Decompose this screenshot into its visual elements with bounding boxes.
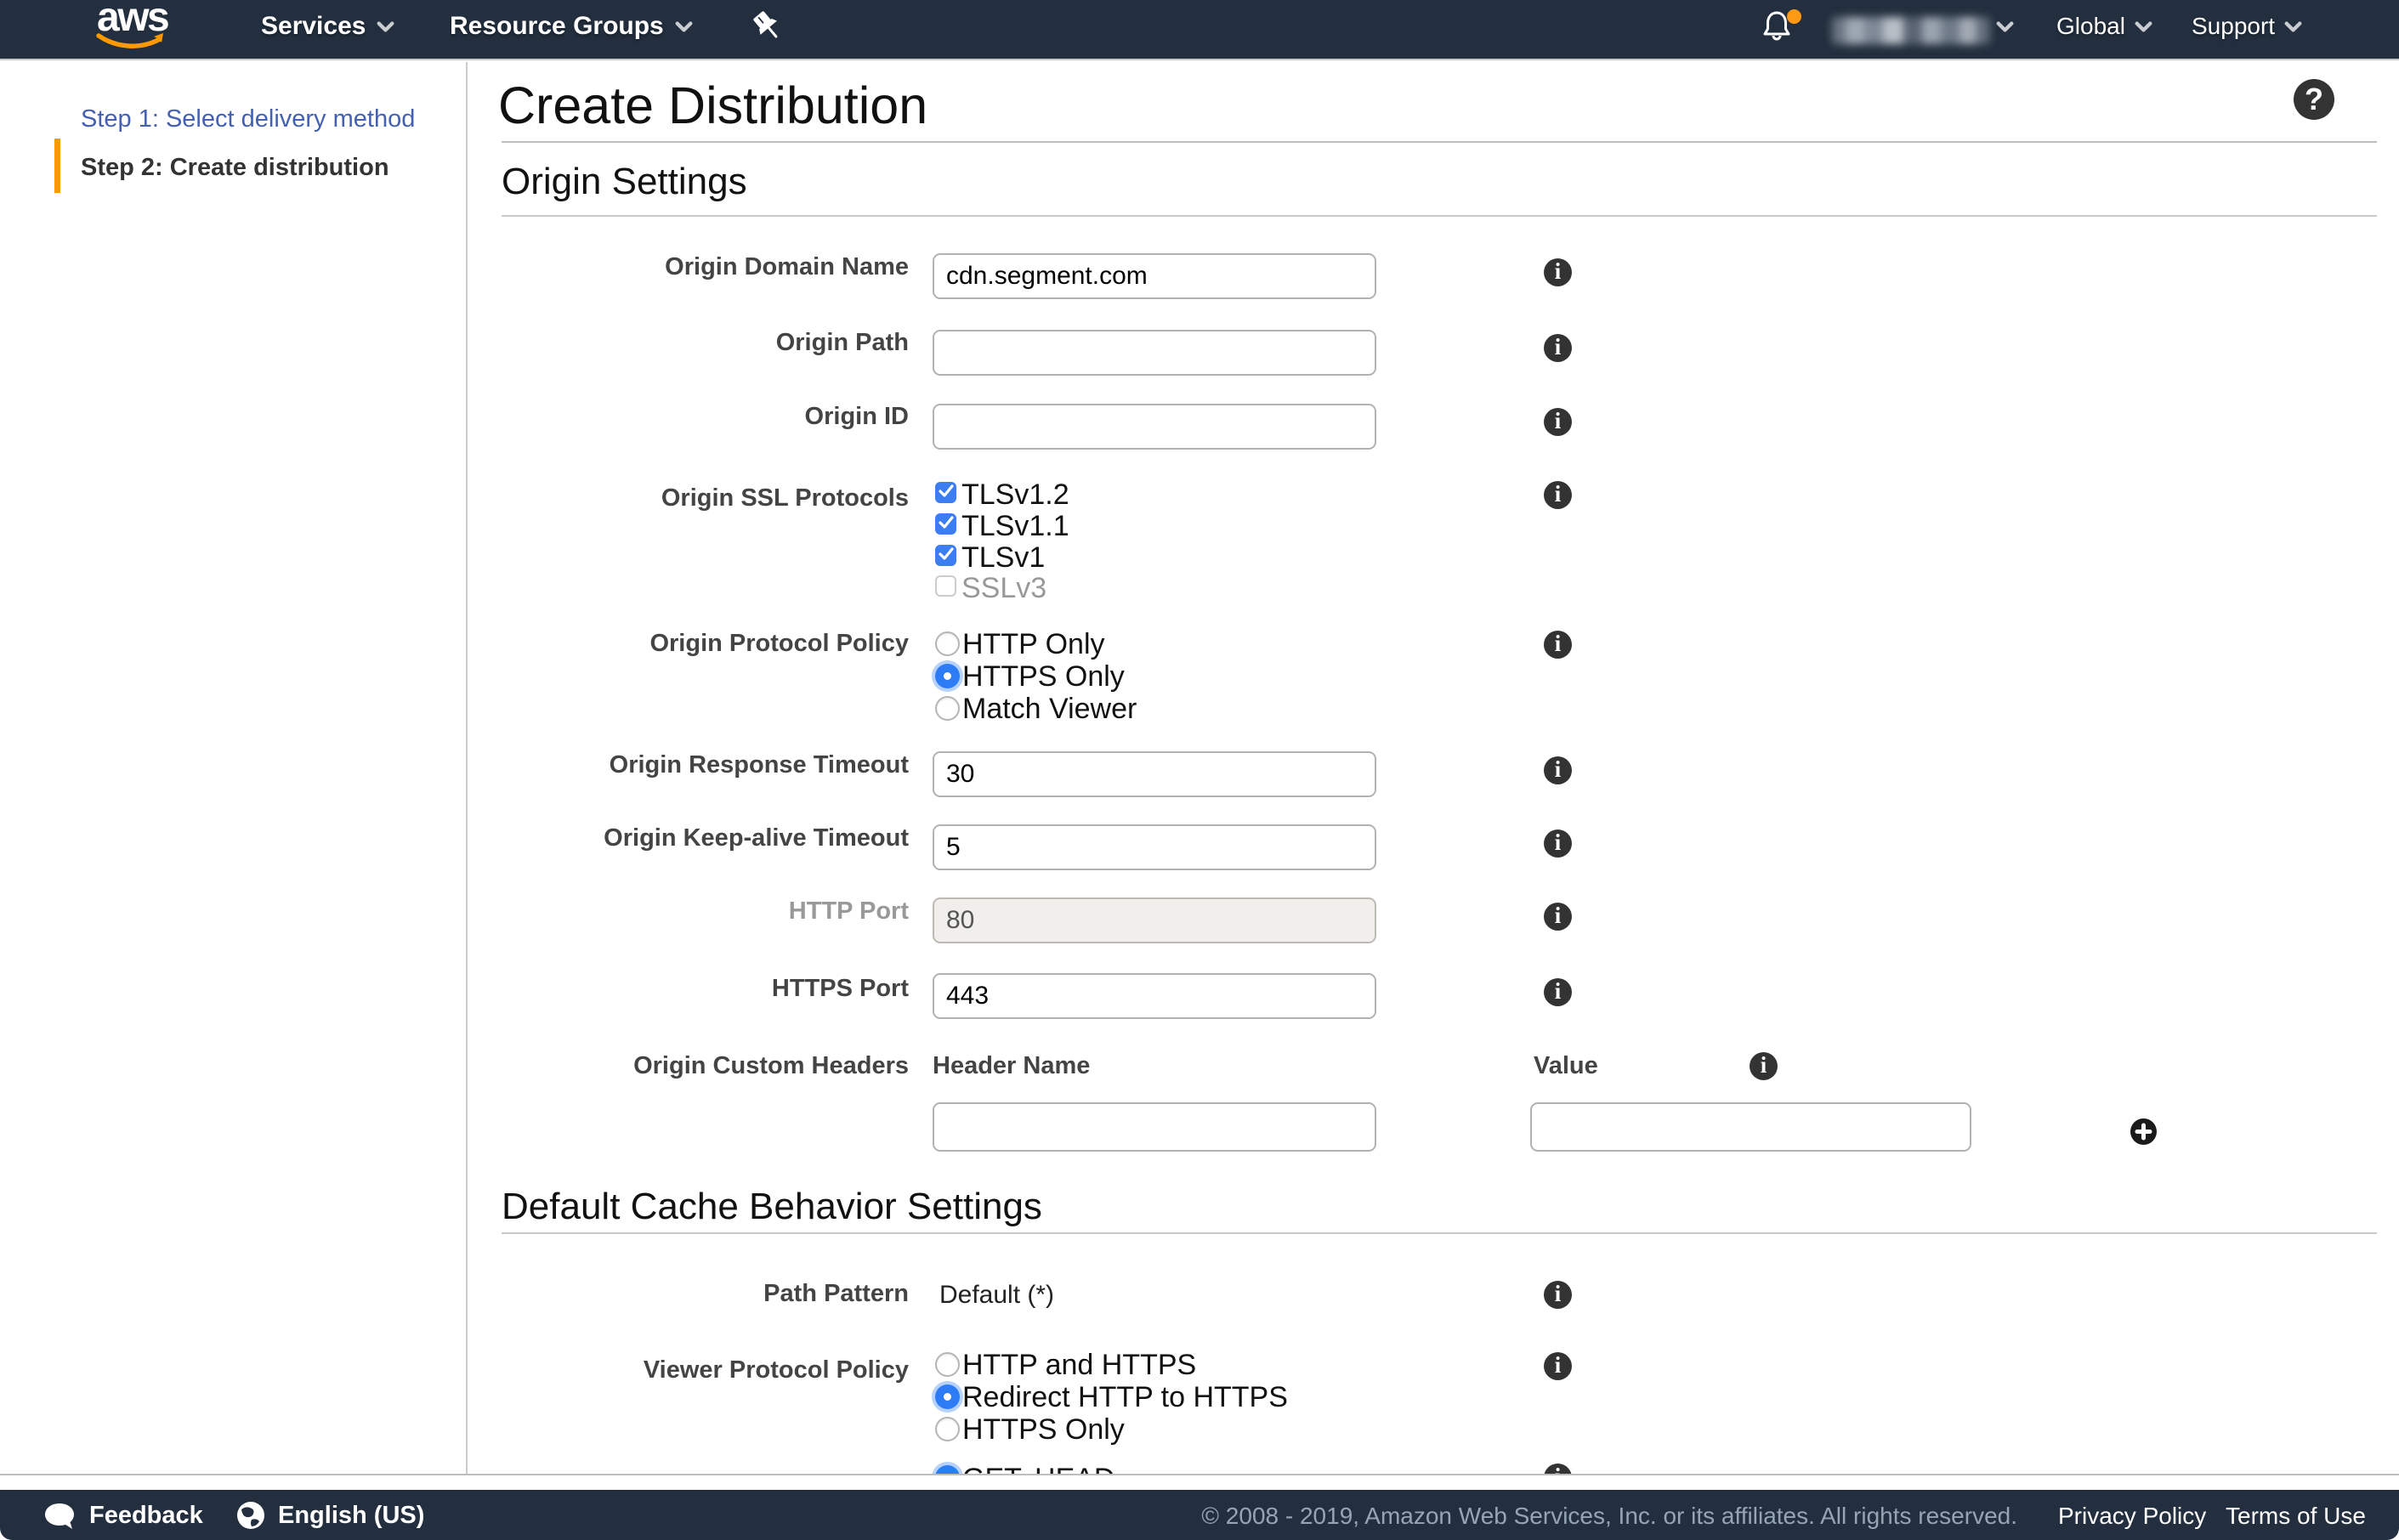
svg-text:aws: aws xyxy=(97,3,168,40)
